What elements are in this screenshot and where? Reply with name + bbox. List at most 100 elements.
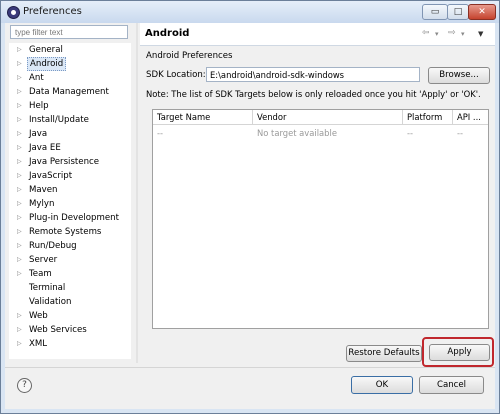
expand-arrow-icon[interactable]: ▷ bbox=[17, 43, 22, 57]
dialog-body: ▷ General ▷ Android ▷ Ant ▷ Data Management ▷ Hel… bbox=[5, 23, 495, 409]
minimize-button[interactable]: ▭ bbox=[422, 4, 448, 20]
expand-arrow-icon[interactable]: ▷ bbox=[17, 57, 22, 71]
tree-item[interactable]: ▷ Data Management bbox=[9, 85, 131, 99]
tree-item[interactable]: ▷ Java bbox=[9, 127, 131, 141]
expand-arrow-icon[interactable]: ▷ bbox=[17, 99, 22, 113]
tree-item[interactable]: ▷ Remote Systems bbox=[9, 225, 131, 239]
tree-item[interactable]: ▷ XML bbox=[9, 337, 131, 351]
apply-button[interactable]: Apply bbox=[429, 344, 490, 361]
tree-item[interactable]: ▷ Mylyn bbox=[9, 197, 131, 211]
tree-item-label: Plug-in Development bbox=[29, 213, 119, 223]
expand-arrow-icon[interactable]: ▷ bbox=[17, 155, 22, 169]
tree-item[interactable]: ▷ JavaScript bbox=[9, 169, 131, 183]
tree-item[interactable]: Terminal bbox=[9, 281, 131, 295]
tree-item[interactable]: ▷ General bbox=[9, 43, 131, 57]
maximize-button[interactable]: □ bbox=[447, 4, 469, 20]
table-header: Target Name Vendor Platform API ... bbox=[153, 110, 488, 125]
table-cell: -- bbox=[407, 128, 414, 138]
back-dropdown-icon[interactable]: ▾ bbox=[435, 30, 439, 38]
expand-arrow-icon[interactable]: ▷ bbox=[17, 113, 22, 127]
expand-arrow-icon[interactable]: ▷ bbox=[17, 141, 22, 155]
page-header: Android ⇦ ▾ ⇨ ▾ ▼ bbox=[140, 23, 495, 46]
expand-arrow-icon[interactable]: ▷ bbox=[17, 183, 22, 197]
preferences-tree: ▷ General ▷ Android ▷ Ant ▷ Data Management ▷ Hel… bbox=[9, 43, 131, 359]
tree-item[interactable]: ▷ Help bbox=[9, 99, 131, 113]
tree-item-label: General bbox=[29, 45, 63, 55]
tree-item[interactable]: Validation bbox=[9, 295, 131, 309]
expand-arrow-icon[interactable]: ▷ bbox=[17, 323, 22, 337]
sdk-location-field[interactable] bbox=[206, 67, 420, 82]
tree-item[interactable]: ▷ Server bbox=[9, 253, 131, 267]
window-title: Preferences bbox=[23, 6, 82, 17]
tree-item[interactable]: ▷ Team bbox=[9, 267, 131, 281]
column-target-name[interactable]: Target Name bbox=[153, 110, 253, 124]
tree-item-label: Run/Debug bbox=[29, 241, 77, 251]
tree-item-label: Help bbox=[29, 101, 49, 111]
tree-item-label: Java bbox=[29, 129, 48, 139]
expand-arrow-icon[interactable]: ▷ bbox=[17, 267, 22, 281]
forward-arrow-icon[interactable]: ⇨ bbox=[448, 28, 456, 38]
tree-item-label: Maven bbox=[29, 185, 58, 195]
sdk-targets-table[interactable]: Target Name Vendor Platform API ... -- N… bbox=[152, 109, 489, 329]
tree-item[interactable]: ▷ Install/Update bbox=[9, 113, 131, 127]
close-button[interactable]: ✕ bbox=[468, 4, 496, 20]
tree-item[interactable]: ▷ Maven bbox=[9, 183, 131, 197]
tree-item-label: Data Management bbox=[29, 87, 109, 97]
table-cell: -- bbox=[157, 128, 164, 138]
tree-item-label: Web bbox=[29, 311, 48, 321]
footer-divider bbox=[5, 367, 495, 368]
reload-note: Note: The list of SDK Targets below is o… bbox=[146, 89, 481, 99]
help-icon[interactable]: ? bbox=[17, 378, 32, 393]
tree-item-label: Validation bbox=[29, 297, 72, 307]
tree-item[interactable]: ▷ Android bbox=[9, 57, 131, 71]
tree-item-label: Ant bbox=[29, 73, 44, 83]
column-vendor[interactable]: Vendor bbox=[253, 110, 403, 124]
tree-item-label: Java Persistence bbox=[29, 157, 100, 167]
restore-defaults-button[interactable]: Restore Defaults bbox=[346, 345, 422, 362]
tree-item-label: Install/Update bbox=[29, 115, 89, 125]
browse-button[interactable]: Browse... bbox=[428, 67, 490, 84]
preference-page: Android ⇦ ▾ ⇨ ▾ ▼ Android Preferences SD… bbox=[140, 23, 495, 367]
page-title: Android bbox=[145, 28, 190, 39]
tree-item-label: Mylyn bbox=[29, 199, 55, 209]
expand-arrow-icon[interactable]: ▷ bbox=[17, 337, 22, 351]
ok-button[interactable]: OK bbox=[351, 376, 413, 394]
expand-arrow-icon[interactable]: ▷ bbox=[17, 239, 22, 253]
expand-arrow-icon[interactable]: ▷ bbox=[17, 71, 22, 85]
view-menu-icon[interactable]: ▼ bbox=[478, 30, 483, 38]
filter-input[interactable] bbox=[10, 25, 128, 39]
back-arrow-icon[interactable]: ⇦ bbox=[422, 28, 430, 38]
tree-item[interactable]: ▷ Ant bbox=[9, 71, 131, 85]
tree-item[interactable]: ▷ Web bbox=[9, 309, 131, 323]
forward-dropdown-icon[interactable]: ▾ bbox=[461, 30, 465, 38]
expand-arrow-icon[interactable]: ▷ bbox=[17, 197, 22, 211]
tree-item-label: Remote Systems bbox=[29, 227, 102, 237]
expand-arrow-icon[interactable]: ▷ bbox=[17, 85, 22, 99]
expand-arrow-icon[interactable]: ▷ bbox=[17, 127, 22, 141]
expand-arrow-icon[interactable]: ▷ bbox=[17, 211, 22, 225]
preferences-window: Preferences ▭ □ ✕ ▷ General ▷ Android ▷ Ant ▷ D… bbox=[0, 0, 500, 414]
tree-item-label: Web Services bbox=[29, 325, 87, 335]
expand-arrow-icon[interactable]: ▷ bbox=[17, 253, 22, 267]
eclipse-icon bbox=[7, 6, 20, 19]
expand-arrow-icon[interactable]: ▷ bbox=[17, 309, 22, 323]
tree-item-label: Android bbox=[27, 57, 67, 71]
cancel-button[interactable]: Cancel bbox=[419, 376, 484, 394]
column-platform[interactable]: Platform bbox=[403, 110, 453, 124]
tree-item[interactable]: ▷ Plug-in Development bbox=[9, 211, 131, 225]
sash-divider[interactable] bbox=[136, 23, 138, 363]
expand-arrow-icon[interactable]: ▷ bbox=[17, 169, 22, 183]
tree-item-label: Server bbox=[29, 255, 58, 265]
tree-item[interactable]: ▷ Web Services bbox=[9, 323, 131, 337]
tree-item[interactable]: ▷ Run/Debug bbox=[9, 239, 131, 253]
sdk-location-label: SDK Location: bbox=[146, 70, 206, 80]
tree-item[interactable]: ▷ Java Persistence bbox=[9, 155, 131, 169]
tree-item-label: Terminal bbox=[29, 283, 66, 293]
expand-arrow-icon[interactable]: ▷ bbox=[17, 225, 22, 239]
tree-item-label: XML bbox=[29, 339, 48, 349]
section-label: Android Preferences bbox=[146, 51, 233, 61]
tree-item[interactable]: ▷ Java EE bbox=[9, 141, 131, 155]
tree-item-label: JavaScript bbox=[29, 171, 73, 181]
table-cell: -- bbox=[457, 128, 464, 138]
column-api[interactable]: API ... bbox=[453, 110, 488, 124]
